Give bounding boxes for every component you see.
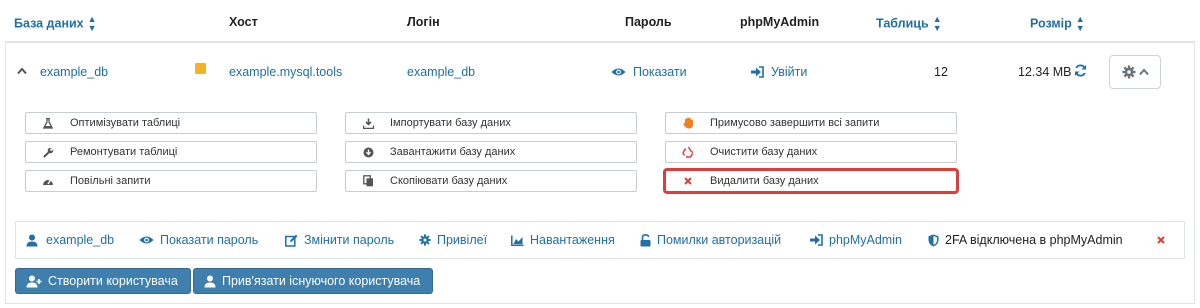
wrench-icon xyxy=(26,147,70,158)
phpmyadmin-login-link[interactable]: Увійти xyxy=(750,65,807,79)
download-icon xyxy=(346,118,390,129)
note-icon[interactable] xyxy=(195,63,206,74)
hand-stop-icon xyxy=(666,117,710,129)
tables-count: 12 xyxy=(934,65,948,79)
col-header-tables[interactable]: Таблиць ▲ ▼ xyxy=(876,15,942,33)
area-chart-icon xyxy=(511,235,524,246)
host-link[interactable]: example.mysql.tools xyxy=(229,65,342,79)
sign-in-icon xyxy=(750,66,764,78)
refresh-icon[interactable] xyxy=(1074,64,1087,77)
privileges-link[interactable]: Привілеї xyxy=(419,233,487,247)
user-phpmyadmin-link[interactable]: phpMyAdmin xyxy=(809,233,902,247)
database-size: 12.34 MB xyxy=(1018,65,1072,79)
load-link[interactable]: Навантаження xyxy=(511,233,615,247)
recycle-icon xyxy=(666,146,710,158)
copy-database-button[interactable]: Скопіювати базу даних xyxy=(345,170,637,192)
eye-icon xyxy=(139,235,154,245)
col-header-host: Хост xyxy=(229,15,258,29)
eye-icon xyxy=(611,67,626,77)
gear-icon xyxy=(419,234,431,246)
circle-download-icon xyxy=(346,147,390,158)
optimize-tables-button[interactable]: Оптимізувати таблиці xyxy=(25,112,317,134)
change-password-link[interactable]: Змінити пароль xyxy=(285,233,394,247)
chevron-up-icon xyxy=(1138,68,1149,76)
create-user-button[interactable]: Створити користувача xyxy=(15,268,191,294)
sign-in-icon xyxy=(809,234,823,246)
delete-highlight-outline xyxy=(663,168,959,194)
slow-queries-button[interactable]: Повільні запити xyxy=(25,170,317,192)
user-link[interactable]: example_db xyxy=(26,233,114,247)
kill-all-queries-button[interactable]: Примусово завершити всі запити xyxy=(665,112,957,134)
col-header-size[interactable]: Розмір ▲ ▼ xyxy=(1030,15,1085,33)
user-icon xyxy=(204,275,216,288)
shield-icon xyxy=(928,234,939,247)
col-header-login: Логін xyxy=(407,15,440,29)
download-database-button[interactable]: Завантажити базу даних xyxy=(345,141,637,163)
tachometer-icon xyxy=(26,176,70,186)
show-user-password-link[interactable]: Показати пароль xyxy=(139,233,258,247)
col-header-database[interactable]: База даних ▲ ▼ xyxy=(14,15,97,33)
settings-toggle-button[interactable] xyxy=(1109,55,1161,89)
show-password-link[interactable]: Показати xyxy=(611,65,687,79)
gear-icon xyxy=(1122,65,1136,79)
database-name-link[interactable]: example_db xyxy=(40,65,108,79)
user-icon xyxy=(26,234,38,247)
sort-icon: ▲ ▼ xyxy=(87,14,97,33)
auth-errors-link[interactable]: Помилки авторизацій xyxy=(640,233,781,247)
user-plus-icon xyxy=(26,275,42,288)
collapse-chevron-icon[interactable] xyxy=(17,67,27,75)
login-link[interactable]: example_db xyxy=(407,65,475,79)
edit-icon xyxy=(285,234,298,247)
twofa-status[interactable]: 2FA відключена в phpMyAdmin xyxy=(928,233,1123,247)
import-database-button[interactable]: Імпортувати базу даних xyxy=(345,112,637,134)
flask-icon xyxy=(26,117,70,129)
col-header-password: Пароль xyxy=(625,15,672,29)
sort-icon: ▲ ▼ xyxy=(1075,14,1085,33)
col-header-phpmyadmin: phpMyAdmin xyxy=(740,15,820,29)
unlock-icon xyxy=(640,233,651,247)
copy-icon xyxy=(346,175,390,187)
clear-database-button[interactable]: Очистити базу даних xyxy=(665,141,957,163)
attach-existing-user-button[interactable]: Прив'язати існуючого користувача xyxy=(193,268,434,294)
sort-icon: ▲ ▼ xyxy=(932,14,942,33)
delete-user-icon[interactable] xyxy=(1157,236,1165,244)
repair-tables-button[interactable]: Ремонтувати таблиці xyxy=(25,141,317,163)
